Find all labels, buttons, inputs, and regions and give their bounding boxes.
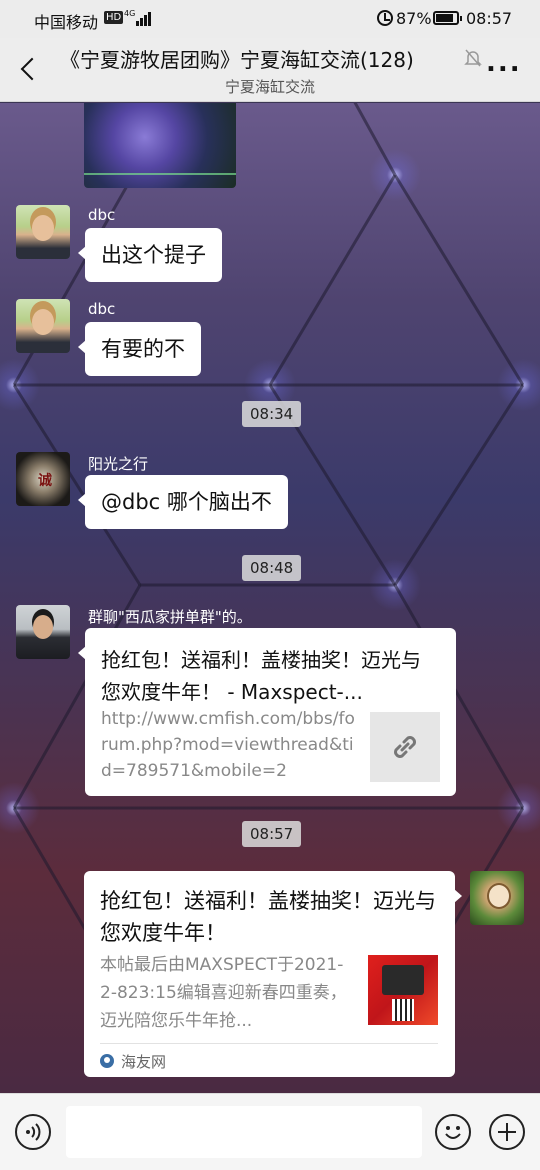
voice-icon <box>26 1123 41 1141</box>
message-bubble[interactable]: 有要的不 <box>78 322 201 376</box>
alarm-icon <box>377 10 393 26</box>
article-card-desc: 本帖最后由MAXSPECT于2021-2-823:15编辑喜迎新春四重奏，迈光陪… <box>100 955 347 1031</box>
chat-area[interactable]: dbc 出这个提子 dbc 有要的不 08:34 诚 阳光之行 @dbc 哪个脑… <box>0 103 540 1093</box>
article-thumbnail <box>368 955 438 1025</box>
group-subtitle: 宁夏海缸交流 <box>224 78 315 96</box>
battery-percent: 87% <box>396 9 432 28</box>
status-time: 08:57 <box>466 9 513 28</box>
network-type: 4G <box>124 9 135 18</box>
message-bubble[interactable]: @dbc 哪个脑出不 <box>78 475 288 529</box>
link-card-title: 抢红包！送福利！盖楼抽奖！迈光与您欢度牛年！ - Maxspect-... <box>101 648 421 704</box>
sender-name: 群聊"西瓜家拼单群"的。 <box>88 608 252 626</box>
avatar-dbc[interactable] <box>16 299 70 353</box>
article-card[interactable]: 抢红包！送福利！盖楼抽奖！迈光与您欢度牛年！ 本帖最后由MAXSPECT于202… <box>84 871 462 1077</box>
sender-name: dbc <box>88 300 116 318</box>
avatar-forwarder[interactable] <box>16 605 70 659</box>
timestamp: 08:34 <box>242 401 302 427</box>
article-source: 海友网 <box>121 1053 167 1071</box>
avatar-seal: 诚 <box>38 473 52 489</box>
avatar-self[interactable] <box>470 871 524 925</box>
status-bar: 中国移动 HD 4G 87% 08:57 <box>0 0 540 38</box>
avatar-sun[interactable]: 诚 <box>16 452 70 506</box>
message-bubble[interactable]: 出这个提子 <box>78 228 222 282</box>
article-card-title: 抢红包！送福利！盖楼抽奖！迈光与您欢度牛年！ <box>100 889 436 945</box>
qr-code <box>392 999 414 1021</box>
hd-badge: HD <box>104 11 124 24</box>
link-icon <box>394 736 416 758</box>
chat-header: 《宁夏游牧居团购》宁夏海缸交流(128) ... 宁夏海缸交流 <box>0 38 540 102</box>
divider <box>100 1043 438 1044</box>
link-card[interactable]: 抢红包！送福利！盖楼抽奖！迈光与您欢度牛年！ - Maxspect-... ht… <box>78 628 456 796</box>
product-box <box>382 965 424 995</box>
mute-bell-icon <box>464 49 482 67</box>
timestamp: 08:48 <box>242 555 302 581</box>
battery-icon <box>433 11 462 25</box>
emoji-button[interactable] <box>435 1114 471 1150</box>
avatar-dbc[interactable] <box>16 205 70 259</box>
emoji-icon <box>445 1126 461 1139</box>
carrier-name: 中国移动 <box>34 13 99 32</box>
timestamp: 08:57 <box>242 821 302 847</box>
plus-button[interactable] <box>489 1114 525 1150</box>
signal-icon: 4G <box>124 9 151 26</box>
sender-name: 阳光之行 <box>88 455 149 473</box>
battery-fill <box>436 14 453 22</box>
image-detail <box>84 173 236 175</box>
voice-button[interactable] <box>15 1114 51 1150</box>
input-bar <box>0 1093 540 1170</box>
link-thumbnail <box>370 712 440 782</box>
source-icon <box>100 1054 114 1068</box>
sender-name: dbc <box>88 206 116 224</box>
message-input[interactable] <box>66 1106 422 1158</box>
link-card-url: http://www.cmfish.com/bbs/forum.php?mod=… <box>101 709 355 781</box>
image-message[interactable] <box>84 103 236 188</box>
group-title: 《宁夏游牧居团购》宁夏海缸交流(128) <box>60 48 414 72</box>
